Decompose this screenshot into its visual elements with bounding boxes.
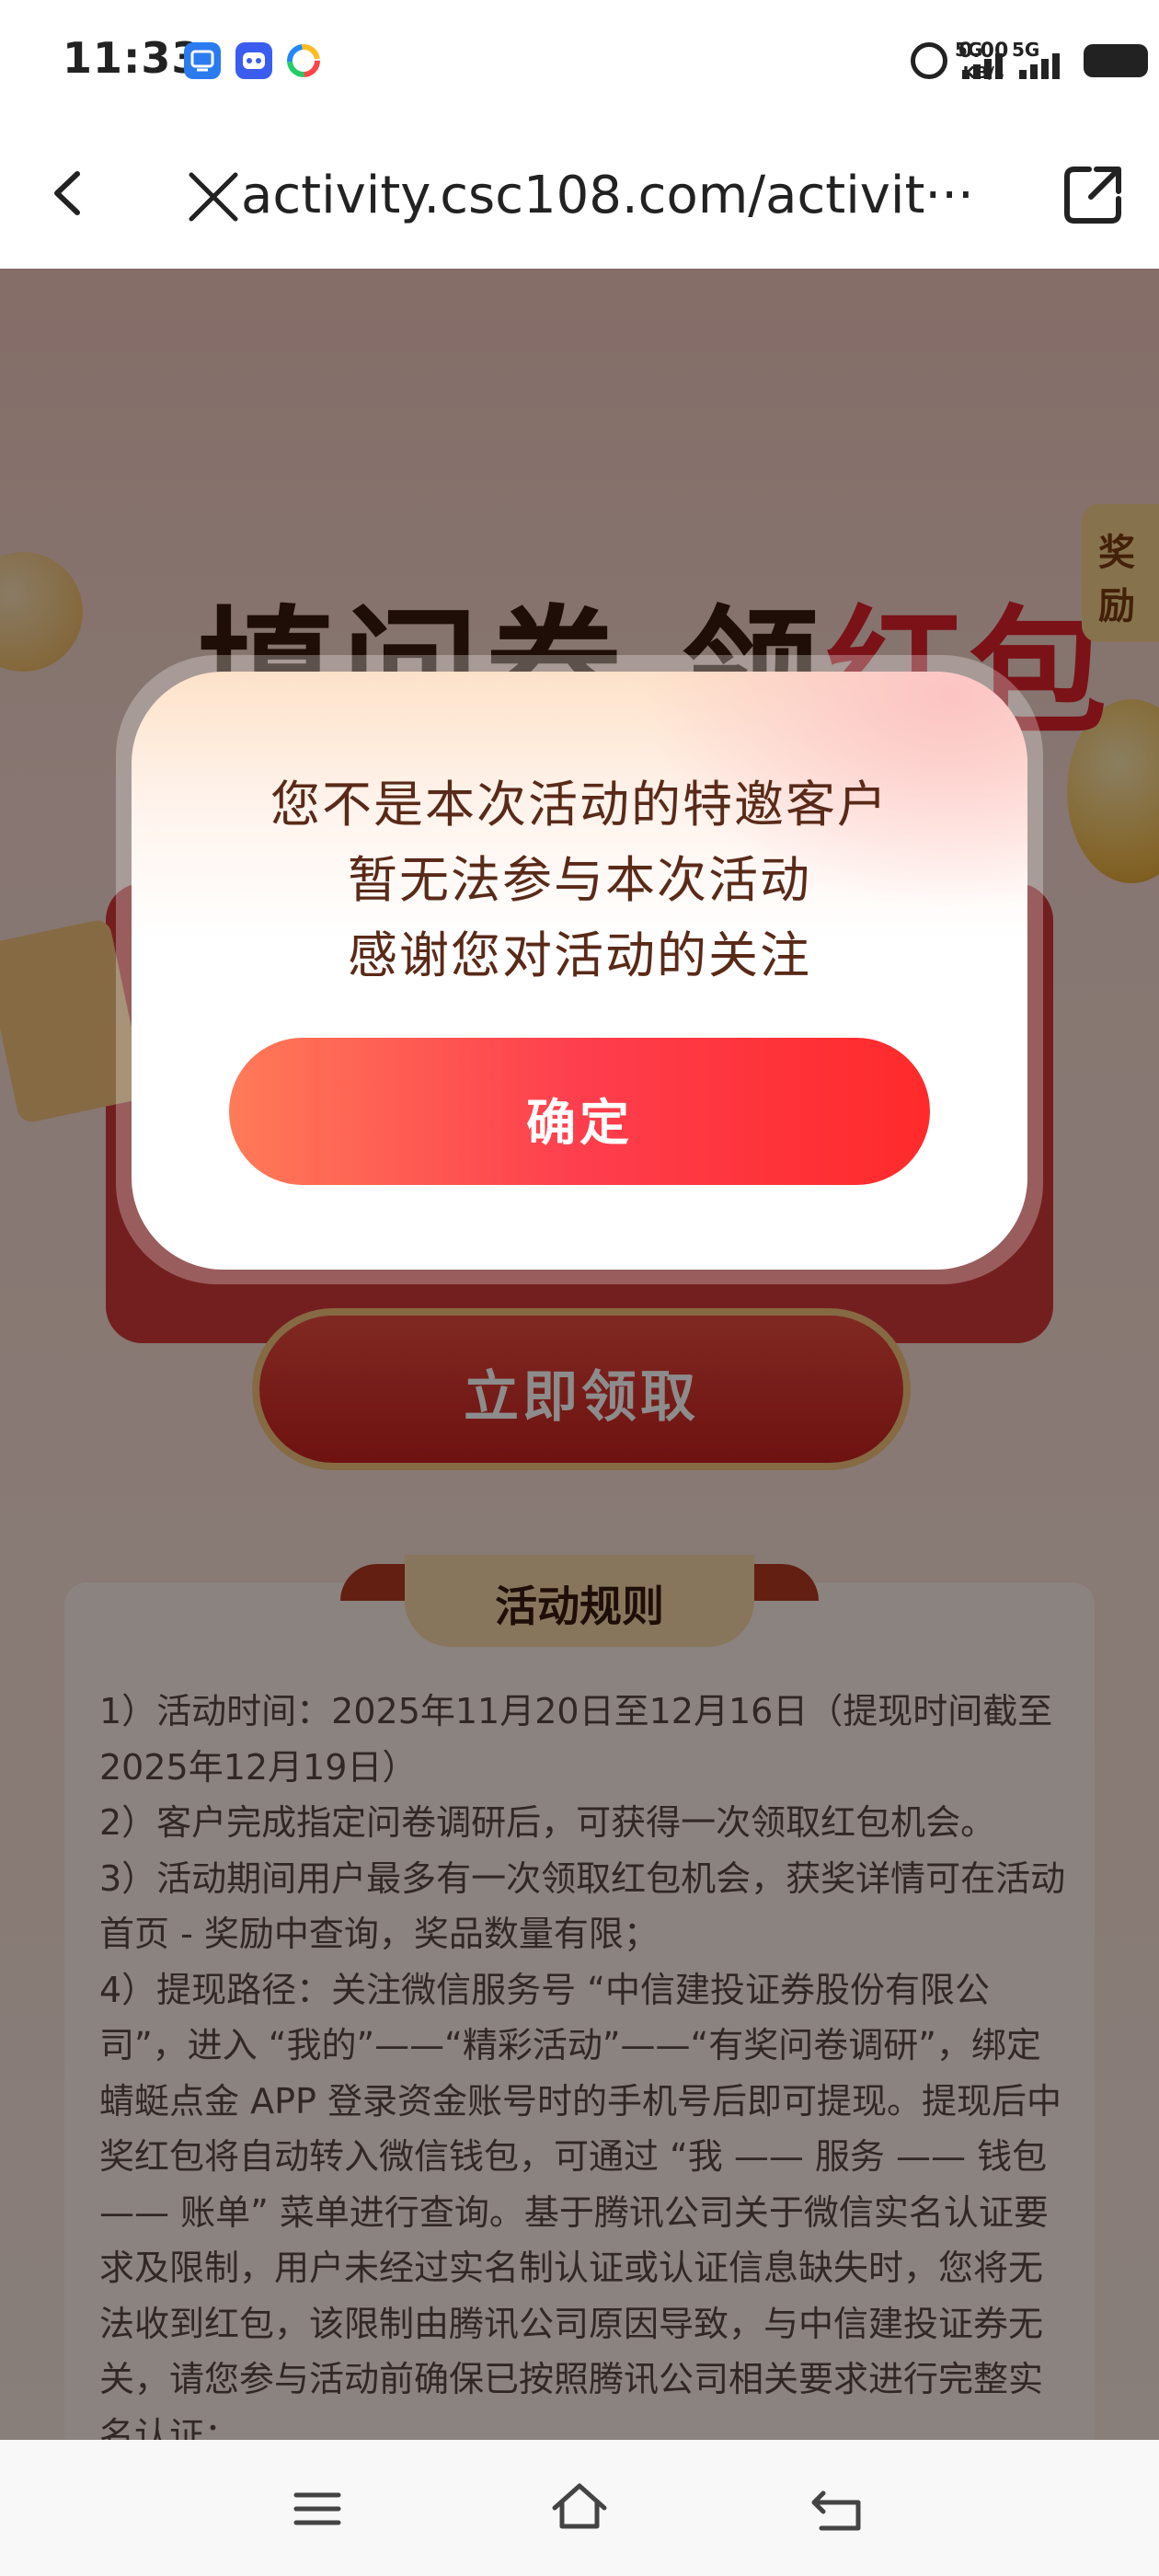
system-navigation-bar xyxy=(0,2440,1159,2576)
url-display[interactable]: activity.csc108.com/activit··· xyxy=(241,166,974,225)
alarm-icon xyxy=(911,42,947,79)
app-icon-blue xyxy=(184,42,221,79)
signal-2-label: 5G xyxy=(955,39,983,61)
modal-overlay[interactable] xyxy=(0,269,1159,2440)
confirm-button-label: 确定 xyxy=(526,1094,633,1152)
alert-dialog: 您不是本次活动的特邀客户 暂无法参与本次活动 感谢您对活动的关注 确定 xyxy=(132,672,1027,1270)
dialog-message-line2: 暂无法参与本次活动 xyxy=(348,851,811,909)
signal-icon-2: 5G xyxy=(955,37,1038,83)
menu-icon[interactable] xyxy=(285,2477,350,2541)
dialog-message-line3: 感谢您对活动的关注 xyxy=(348,926,811,984)
colorful-app-icon xyxy=(285,42,322,79)
battery-icon xyxy=(1084,44,1148,77)
confirm-button[interactable]: 确定 xyxy=(229,1038,930,1185)
back-icon[interactable] xyxy=(805,2477,869,2541)
external-link-icon xyxy=(1064,167,1121,224)
bot-icon-blue xyxy=(235,42,272,79)
browser-toolbar: activity.csc108.com/activit··· xyxy=(0,120,1159,269)
close-page-button[interactable] xyxy=(184,167,243,226)
system-icons: 0.00 KB/s 5G xyxy=(644,37,1159,92)
status-time: 11:33 xyxy=(63,33,202,83)
back-button[interactable] xyxy=(37,161,101,225)
chevron-left-icon xyxy=(54,171,80,215)
dialog-message-line1: 您不是本次活动的特邀客户 xyxy=(270,776,889,834)
close-icon xyxy=(189,172,238,222)
home-icon[interactable] xyxy=(547,2475,612,2539)
open-external-button[interactable] xyxy=(1058,160,1128,230)
